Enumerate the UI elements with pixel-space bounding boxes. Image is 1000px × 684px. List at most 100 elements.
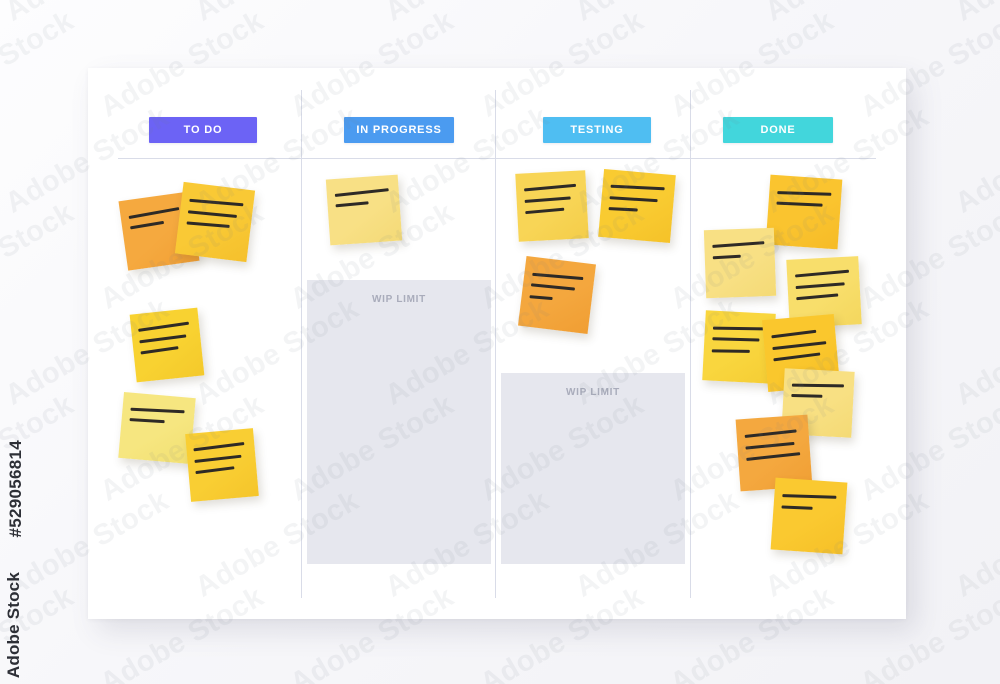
sticky-note-text-line — [129, 221, 164, 230]
column-header-testing[interactable]: TESTING — [543, 117, 651, 143]
column-header-done[interactable]: DONE — [723, 117, 833, 143]
sticky-note-text-line — [523, 183, 577, 192]
watermark-tile: Adobe Stock — [760, 677, 935, 684]
sticky-note-surface — [118, 391, 196, 465]
sticky-note-text-lines — [528, 272, 586, 313]
watermark-tile: Adobe Stock — [950, 293, 1000, 412]
sticky-note-surface — [770, 477, 848, 555]
sticky-note-text-lines — [523, 183, 580, 222]
sticky-note-text-line — [712, 326, 766, 330]
watermark-tile: Adobe Stock — [380, 0, 555, 29]
sticky-note-text-line — [335, 201, 369, 208]
sticky-note-text-line — [794, 269, 849, 278]
sticky-note-text-line — [529, 294, 553, 300]
sticky-note-text-line — [777, 190, 832, 196]
note-inprogress-1[interactable] — [325, 174, 403, 246]
sticky-note-text-line — [610, 184, 665, 191]
note-done-2[interactable] — [703, 227, 777, 299]
sticky-note-text-line — [791, 394, 822, 398]
sticky-note-text-line — [771, 329, 817, 338]
watermark-asset-id: #529056814 — [6, 440, 25, 538]
sticky-note-text-line — [532, 272, 584, 280]
note-todo-5[interactable] — [185, 428, 259, 502]
watermark-tile: Adobe Stock — [950, 677, 1000, 684]
sticky-note-text-line — [193, 442, 245, 452]
sticky-note-text-line — [195, 466, 236, 474]
sticky-note-text-line — [711, 348, 750, 353]
sticky-note-text-line — [138, 321, 190, 332]
watermark-brand: Adobe Stock — [4, 571, 23, 678]
sticky-note-text-line — [781, 505, 813, 509]
wip-limit-zone-inprogress: WIP LIMIT — [307, 280, 491, 564]
sticky-note-text-line — [194, 454, 242, 463]
sticky-note-text-line — [139, 334, 187, 343]
sticky-note-surface — [129, 307, 205, 383]
sticky-note-surface — [517, 255, 597, 335]
sticky-note-text-lines — [129, 406, 187, 434]
sticky-note-text-line — [140, 346, 180, 355]
column-header-todo[interactable]: TO DO — [149, 117, 257, 143]
sticky-note-text-line — [776, 201, 823, 207]
sticky-note-text-lines — [193, 442, 250, 482]
sticky-note-text-lines — [781, 493, 839, 520]
note-done-1[interactable] — [765, 174, 843, 250]
sticky-note-text-line — [524, 207, 565, 214]
sticky-note-text-line — [187, 209, 238, 218]
watermark-tile: Adobe Stock — [190, 0, 365, 29]
sticky-note-text-line — [609, 195, 658, 202]
sticky-note-text-lines — [138, 321, 195, 363]
sticky-note-text-lines — [608, 184, 667, 223]
sticky-note-text-lines — [711, 325, 767, 362]
sticky-note-surface — [174, 181, 256, 263]
sticky-note-text-line — [712, 241, 765, 248]
sticky-note-surface — [325, 174, 403, 246]
wip-limit-label: WIP LIMIT — [372, 294, 426, 305]
watermark-tile: Adobe Stock — [0, 0, 175, 29]
kanban-board: TO DO IN PROGRESS WIP LIMIT TESTING WIP LIMI… — [88, 68, 906, 619]
sticky-note-text-line — [772, 340, 827, 350]
watermark-tile: Adobe Stock — [0, 196, 80, 316]
note-testing-2[interactable] — [598, 168, 676, 244]
column-header-inprogress[interactable]: IN PROGRESS — [344, 117, 454, 143]
sticky-note-text-line — [189, 198, 244, 206]
sticky-note-surface — [515, 170, 589, 242]
note-testing-3[interactable] — [517, 255, 597, 335]
note-testing-1[interactable] — [515, 170, 589, 242]
sticky-note-text-line — [791, 383, 845, 387]
column-divider-inprogress — [301, 90, 302, 598]
sticky-note-surface — [185, 428, 259, 502]
wip-limit-zone-testing: WIP LIMIT — [501, 373, 685, 564]
column-divider-testing — [495, 90, 496, 598]
sticky-note-text-line — [334, 188, 389, 197]
sticky-note-text-lines — [185, 198, 245, 239]
watermark-tile: Adobe Stock — [950, 0, 1000, 29]
header-underline — [118, 158, 876, 159]
sticky-note-text-line — [773, 352, 821, 361]
sticky-note-text-line — [524, 196, 571, 203]
sticky-note-text-line — [712, 254, 741, 259]
sticky-note-text-line — [744, 429, 797, 438]
watermark-tile: Adobe Stock — [380, 677, 555, 684]
sticky-note-text-line — [608, 207, 638, 212]
sticky-note-text-lines — [791, 382, 847, 408]
sticky-note-text-line — [745, 441, 795, 449]
note-todo-2[interactable] — [174, 181, 256, 263]
watermark-tile: Adobe Stock — [760, 0, 935, 29]
sticky-note-text-line — [795, 282, 846, 289]
column-divider-done — [690, 90, 691, 598]
note-todo-4[interactable] — [118, 391, 196, 465]
sticky-note-surface — [598, 168, 676, 244]
watermark-tile: Adobe Stock — [0, 4, 80, 124]
watermark-tile: Adobe Stock — [950, 485, 1000, 604]
watermark-tile: Adobe Stock — [570, 0, 745, 29]
sticky-note-text-lines — [712, 241, 767, 267]
note-done-8[interactable] — [770, 477, 848, 555]
sticky-note-surface — [765, 174, 843, 250]
watermark-tile: Adobe Stock — [0, 677, 175, 684]
sticky-note-text-line — [128, 206, 179, 219]
sticky-note-text-line — [530, 283, 575, 291]
note-todo-3[interactable] — [129, 307, 205, 383]
page-background: Adobe StockAdobe StockAdobe StockAdobe S… — [0, 0, 1000, 684]
sticky-note-text-line — [746, 452, 801, 461]
sticky-note-text-line — [782, 494, 837, 499]
